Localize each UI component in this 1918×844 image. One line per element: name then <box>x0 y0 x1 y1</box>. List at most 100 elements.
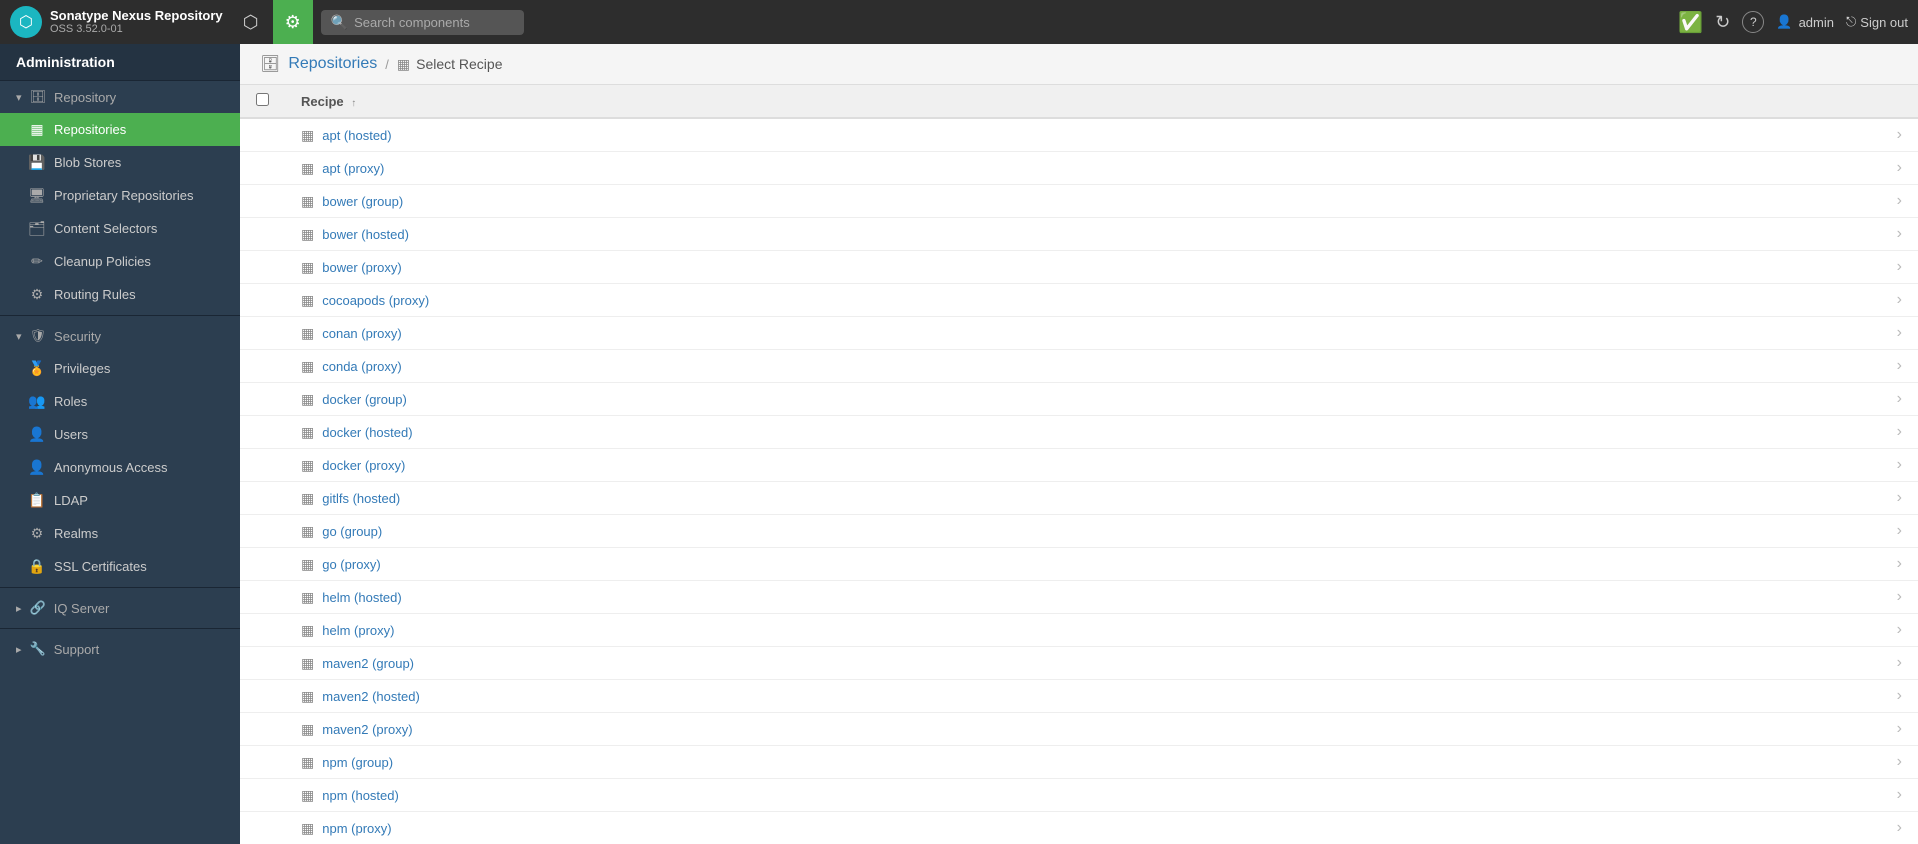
topbar: ⬡ Sonatype Nexus Repository OSS 3.52.0-0… <box>0 0 1918 44</box>
sidebar-section-security[interactable]: ▾ 🛡 Security <box>0 320 240 352</box>
row-db-icon: ▦ <box>301 655 314 672</box>
table-row[interactable]: ▦ conda (proxy) › <box>240 350 1918 383</box>
table-row[interactable]: ▦ bower (hosted) › <box>240 218 1918 251</box>
table-row[interactable]: ▦ maven2 (hosted) › <box>240 680 1918 713</box>
row-arrow-cell[interactable]: › <box>1881 317 1918 350</box>
sidebar-item-proprietary-repositories[interactable]: 🖥 Proprietary Repositories <box>0 179 240 212</box>
table-row[interactable]: ▦ helm (proxy) › <box>240 614 1918 647</box>
table-row[interactable]: ▦ npm (group) › <box>240 746 1918 779</box>
table-row[interactable]: ▦ maven2 (group) › <box>240 647 1918 680</box>
sidebar-item-blob-stores[interactable]: 💾 Blob Stores <box>0 146 240 179</box>
sidebar-section-support[interactable]: ▸ 🔧 Support <box>0 633 240 665</box>
brand: ⬡ Sonatype Nexus Repository OSS 3.52.0-0… <box>10 6 223 38</box>
table-row[interactable]: ▦ npm (proxy) › <box>240 812 1918 844</box>
row-name: npm (group) <box>322 755 393 770</box>
brand-title: Sonatype Nexus Repository <box>50 8 223 24</box>
row-name: conan (proxy) <box>322 326 401 341</box>
sidebar-item-proprietary-label: Proprietary Repositories <box>54 188 193 203</box>
sidebar-section-iq[interactable]: ▸ 🔗 IQ Server <box>0 592 240 624</box>
row-arrow-cell[interactable]: › <box>1881 118 1918 152</box>
sidebar-item-ssl-certificates[interactable]: 🔒 SSL Certificates <box>0 550 240 583</box>
row-arrow-cell[interactable]: › <box>1881 218 1918 251</box>
table-row[interactable]: ▦ npm (hosted) › <box>240 779 1918 812</box>
sidebar-item-ldap[interactable]: 📋 LDAP <box>0 484 240 517</box>
table-row[interactable]: ▦ bower (group) › <box>240 185 1918 218</box>
refresh-icon[interactable]: ↻ <box>1715 12 1730 33</box>
col-recipe-header[interactable]: Recipe ↑ <box>285 85 1881 118</box>
row-name: bower (proxy) <box>322 260 401 275</box>
row-arrow-cell[interactable]: › <box>1881 812 1918 844</box>
row-arrow-cell[interactable]: › <box>1881 713 1918 746</box>
row-name-cell: ▦ conda (proxy) <box>285 350 1881 383</box>
sidebar-item-realms-label: Realms <box>54 526 98 541</box>
row-arrow-cell[interactable]: › <box>1881 515 1918 548</box>
table-row[interactable]: ▦ conan (proxy) › <box>240 317 1918 350</box>
row-arrow-cell[interactable]: › <box>1881 482 1918 515</box>
row-db-icon: ▦ <box>301 193 314 210</box>
table-row[interactable]: ▦ docker (proxy) › <box>240 449 1918 482</box>
user-menu[interactable]: 👤 admin <box>1776 14 1834 30</box>
row-arrow-cell[interactable]: › <box>1881 284 1918 317</box>
sidebar-item-privileges[interactable]: 🏅 Privileges <box>0 352 240 385</box>
row-arrow-cell[interactable]: › <box>1881 581 1918 614</box>
table-row[interactable]: ▦ helm (hosted) › <box>240 581 1918 614</box>
row-arrow-cell[interactable]: › <box>1881 416 1918 449</box>
sidebar-section-repository[interactable]: ▾ 🗄 Repository <box>0 81 240 113</box>
row-name: npm (hosted) <box>322 788 399 803</box>
row-name: go (group) <box>322 524 382 539</box>
table-row[interactable]: ▦ go (group) › <box>240 515 1918 548</box>
browse-nav-button[interactable]: ⬡ <box>231 0 271 44</box>
anonymous-access-icon: 👤 <box>28 459 46 476</box>
table-row[interactable]: ▦ go (proxy) › <box>240 548 1918 581</box>
search-input[interactable] <box>354 15 514 30</box>
recipe-table-container[interactable]: Recipe ↑ ▦ apt (hosted) › ▦ <box>240 85 1918 844</box>
sidebar-item-content-selectors[interactable]: 🗂 Content Selectors <box>0 212 240 245</box>
user-label: admin <box>1799 15 1834 30</box>
row-checkbox-cell <box>240 515 285 548</box>
row-arrow-cell[interactable]: › <box>1881 548 1918 581</box>
select-all-checkbox[interactable] <box>256 93 269 106</box>
table-row[interactable]: ▦ apt (proxy) › <box>240 152 1918 185</box>
table-row[interactable]: ▦ gitlfs (hosted) › <box>240 482 1918 515</box>
sidebar-item-realms[interactable]: ⚙ Realms <box>0 517 240 550</box>
sidebar-item-cleanup-policies[interactable]: ✏ Cleanup Policies <box>0 245 240 278</box>
admin-nav-button[interactable]: ⚙ <box>273 0 313 44</box>
row-arrow-cell[interactable]: › <box>1881 152 1918 185</box>
table-row[interactable]: ▦ docker (hosted) › <box>240 416 1918 449</box>
sidebar-item-repositories[interactable]: ▦ Repositories <box>0 113 240 146</box>
iq-chevron-icon: ▸ <box>16 602 22 615</box>
sign-out-icon: ⎋ <box>1846 14 1856 30</box>
sidebar-item-roles[interactable]: 👥 Roles <box>0 385 240 418</box>
table-row[interactable]: ▦ bower (proxy) › <box>240 251 1918 284</box>
table-row[interactable]: ▦ docker (group) › <box>240 383 1918 416</box>
row-checkbox-cell <box>240 383 285 416</box>
sidebar-item-roles-label: Roles <box>54 394 87 409</box>
row-db-icon: ▦ <box>301 424 314 441</box>
table-row[interactable]: ▦ apt (hosted) › <box>240 118 1918 152</box>
row-arrow-cell[interactable]: › <box>1881 779 1918 812</box>
row-arrow-cell[interactable]: › <box>1881 614 1918 647</box>
row-arrow-cell[interactable]: › <box>1881 680 1918 713</box>
row-name: apt (hosted) <box>322 128 391 143</box>
col-checkbox <box>240 85 285 118</box>
sidebar-item-users[interactable]: 👤 Users <box>0 418 240 451</box>
row-arrow-cell[interactable]: › <box>1881 185 1918 218</box>
row-name: maven2 (proxy) <box>322 722 412 737</box>
row-name: helm (proxy) <box>322 623 394 638</box>
row-arrow-cell[interactable]: › <box>1881 383 1918 416</box>
table-row[interactable]: ▦ cocoapods (proxy) › <box>240 284 1918 317</box>
sidebar-item-anonymous-access[interactable]: 👤 Anonymous Access <box>0 451 240 484</box>
sidebar-item-routing-rules[interactable]: ⚙ Routing Rules <box>0 278 240 311</box>
row-chevron-right-icon: › <box>1897 786 1902 803</box>
row-arrow-cell[interactable]: › <box>1881 350 1918 383</box>
help-icon[interactable]: ? <box>1742 11 1764 33</box>
row-arrow-cell[interactable]: › <box>1881 251 1918 284</box>
row-arrow-cell[interactable]: › <box>1881 647 1918 680</box>
row-arrow-cell[interactable]: › <box>1881 746 1918 779</box>
row-arrow-cell[interactable]: › <box>1881 449 1918 482</box>
table-row[interactable]: ▦ maven2 (proxy) › <box>240 713 1918 746</box>
breadcrumb-parent-link[interactable]: Repositories <box>288 55 377 73</box>
sign-out-button[interactable]: ⎋ Sign out <box>1846 14 1908 30</box>
row-chevron-right-icon: › <box>1897 720 1902 737</box>
roles-icon: 👥 <box>28 393 46 410</box>
